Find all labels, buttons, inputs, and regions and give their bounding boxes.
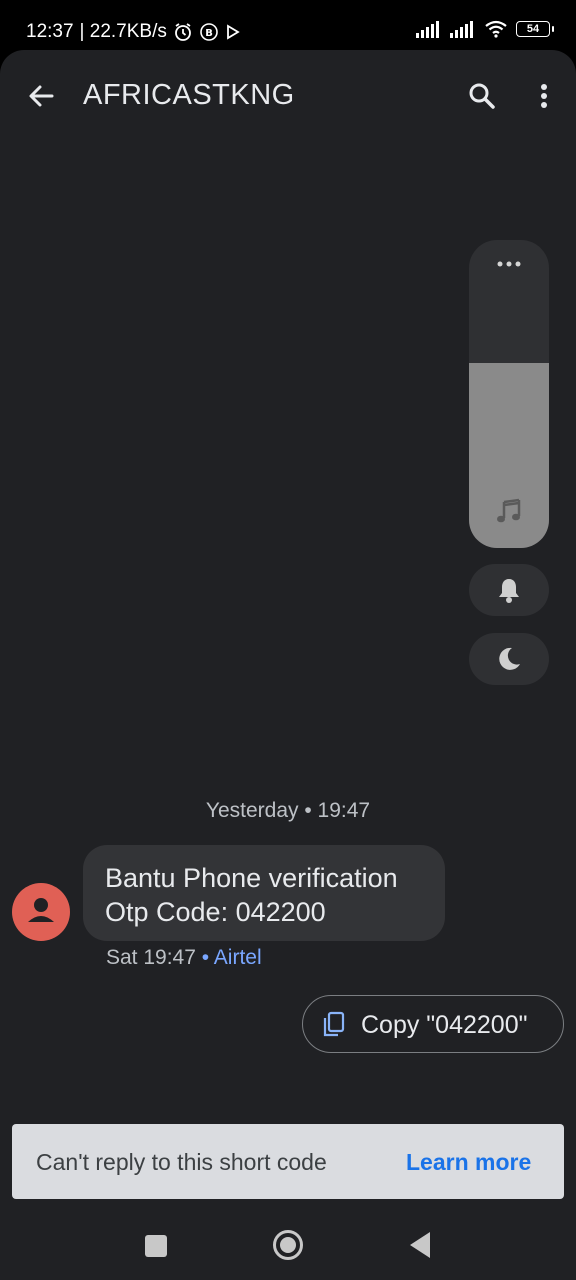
snackbar-text: Can't reply to this short code xyxy=(36,1149,327,1175)
message-text-line1: Bantu Phone verification xyxy=(105,863,398,893)
message-text-line2: Otp Code: 042200 xyxy=(105,897,326,927)
search-icon xyxy=(469,83,495,109)
home-circle-icon xyxy=(273,1230,303,1260)
play-store-icon xyxy=(226,24,240,40)
more-options-button[interactable] xyxy=(524,76,564,116)
message-bubble[interactable]: Bantu Phone verification Otp Code: 04220… xyxy=(83,845,445,941)
navigation-bar xyxy=(0,1210,576,1280)
triangle-back-icon xyxy=(410,1232,430,1258)
conversation-title: AFRICASTKNG xyxy=(83,79,295,111)
more-horiz-icon xyxy=(497,261,521,267)
back-button[interactable] xyxy=(22,76,62,116)
music-note-icon xyxy=(493,496,525,528)
b-badge-icon: B xyxy=(200,23,218,41)
volume-settings-button[interactable] xyxy=(469,252,549,276)
avatar[interactable] xyxy=(12,883,70,941)
status-bar: 12:37 | 22.7KB/s B 54 xyxy=(0,0,576,50)
date-separator: Yesterday • 19:47 xyxy=(205,799,371,822)
status-speed: | 22.7KB/s xyxy=(79,21,167,42)
battery-indicator: 54 xyxy=(516,21,554,37)
home-button[interactable] xyxy=(272,1229,304,1261)
signal-icon xyxy=(416,21,439,38)
message-carrier: • Airtel xyxy=(201,946,262,969)
messages-app: AFRICASTKNG Yesterday • 19:47 Bantu Phon… xyxy=(0,50,576,1280)
message-time: Sat 19:47 xyxy=(106,946,196,969)
person-icon xyxy=(28,898,54,922)
recents-button[interactable] xyxy=(145,1235,167,1257)
volume-slider[interactable] xyxy=(469,240,549,548)
status-right: 54 xyxy=(416,20,554,38)
message-meta: Sat 19:47 • Airtel xyxy=(106,946,262,970)
svg-text:B: B xyxy=(205,28,213,39)
bell-icon xyxy=(499,579,519,603)
arrow-back-icon xyxy=(29,85,54,107)
status-left: 12:37 | 22.7KB/s B xyxy=(26,20,241,44)
nav-back-button[interactable] xyxy=(408,1230,432,1260)
copy-chip-label: Copy "042200" xyxy=(361,1011,528,1039)
app-bar: AFRICASTKNG xyxy=(0,50,576,146)
do-not-disturb-button[interactable] xyxy=(469,633,549,685)
ring-mode-button[interactable] xyxy=(469,564,549,616)
snackbar: Can't reply to this short code Learn mor… xyxy=(12,1124,564,1199)
moon-icon xyxy=(499,647,520,670)
more-vert-icon xyxy=(541,84,547,108)
alarm-icon xyxy=(174,23,191,41)
status-time: 12:37 xyxy=(26,21,74,42)
search-button[interactable] xyxy=(462,76,502,116)
copy-otp-chip[interactable]: Copy "042200" xyxy=(302,995,564,1053)
wifi-icon xyxy=(485,20,507,38)
learn-more-link[interactable]: Learn more xyxy=(406,1149,531,1176)
signal-2-icon xyxy=(450,21,473,38)
copy-icon xyxy=(323,1011,345,1037)
